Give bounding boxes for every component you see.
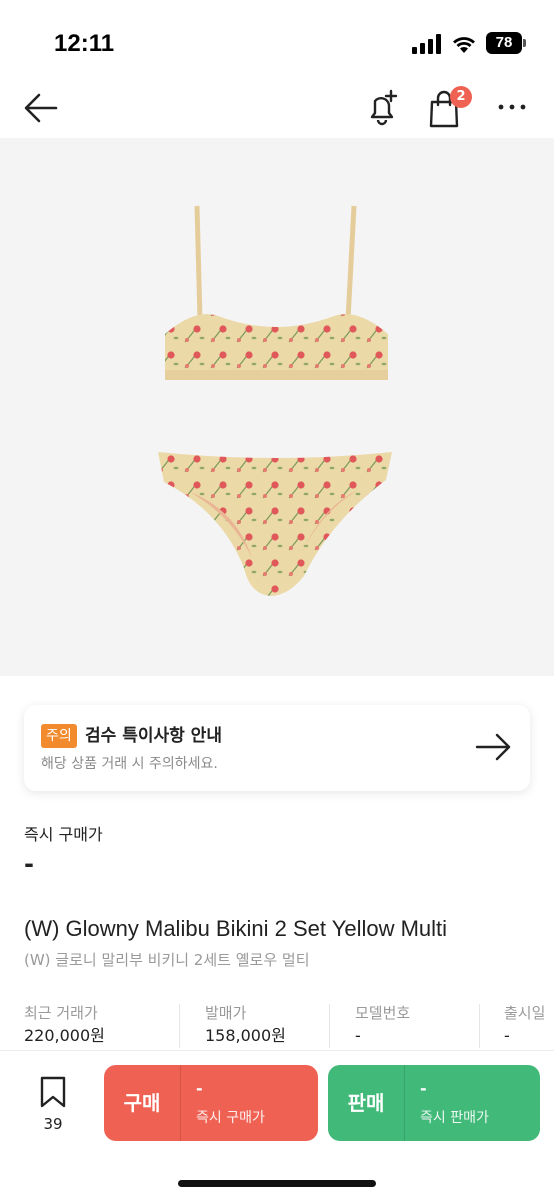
buy-button[interactable]: 구매 - 즉시 구매가 [104,1065,318,1141]
info-label: 최근 거래가 [24,1004,98,1022]
sell-label: 판매 [347,1091,385,1115]
info-label: 모델번호 [355,1004,411,1022]
sell-price: - [420,1079,427,1098]
instant-price-label: 즉시 구매가 [24,825,103,844]
instant-price-value: - [24,850,34,878]
cart-button[interactable]: 2 [428,86,474,128]
home-indicator [178,1180,376,1187]
caution-badge: 주의 [41,724,77,748]
product-name-korean: (W) 글로니 말리부 비키니 2세트 옐로우 멀티 [24,951,310,969]
buy-sub-label: 즉시 구매가 [196,1110,265,1126]
sell-sub-label: 즉시 판매가 [420,1110,489,1126]
info-value: 158,000원 [205,1026,286,1045]
divider [179,1004,180,1048]
notice-subtitle: 해당 상품 거래 시 주의하세요. [41,756,218,772]
sell-button[interactable]: 판매 - 즉시 판매가 [328,1065,540,1141]
recent-trade-price: 최근 거래가 220,000원 [24,1002,105,1048]
bookmark-icon [40,1076,66,1108]
status-time: 12:11 [54,30,115,57]
buy-price: - [196,1079,203,1098]
cart-count-badge: 2 [450,86,472,108]
divider [180,1065,181,1141]
release-date: 출시일 - [504,1002,545,1048]
inspection-notice-card[interactable]: 주의 검수 특이사항 안내 해당 상품 거래 시 주의하세요. [24,705,530,791]
info-value: - [355,1026,361,1045]
info-value: - [504,1026,510,1045]
notification-add-button[interactable] [364,88,402,128]
wifi-icon [453,37,475,53]
info-value: 220,000원 [24,1026,105,1045]
model-number: 모델번호 - [355,1002,410,1048]
signal-icon [412,34,441,54]
wishlist-button[interactable]: 39 [36,1075,70,1133]
bottom-action-bar: 39 구매 - 즉시 구매가 판매 - 즉시 판매가 [0,1050,554,1200]
notice-title: 검수 특이사항 안내 [85,726,222,746]
divider [479,1004,480,1048]
buy-label: 구매 [123,1091,161,1115]
arrow-right-icon [475,733,511,761]
product-info-row: 최근 거래가 220,000원 발매가 158,000원 모델번호 - 출시일 … [24,1002,554,1048]
release-price: 발매가 158,000원 [205,1002,286,1048]
info-label: 출시일 [504,1004,546,1022]
more-options-button[interactable] [494,92,530,122]
battery-level: 78 [486,32,522,54]
status-bar: 12:11 78 [0,0,554,80]
product-image[interactable] [0,138,554,676]
info-label: 발매가 [205,1004,247,1022]
back-button[interactable] [22,90,60,126]
top-nav: 2 [0,80,554,138]
bikini-set-image [158,205,392,596]
bell-plus-icon [370,89,398,126]
back-arrow-icon [24,93,58,123]
product-name: (W) Glowny Malibu Bikini 2 Set Yellow Mu… [24,916,448,941]
divider [404,1065,405,1141]
wishlist-count: 39 [43,1115,63,1133]
battery-icon: 78 [486,32,526,54]
more-dots-icon [498,104,526,110]
divider [329,1004,330,1048]
